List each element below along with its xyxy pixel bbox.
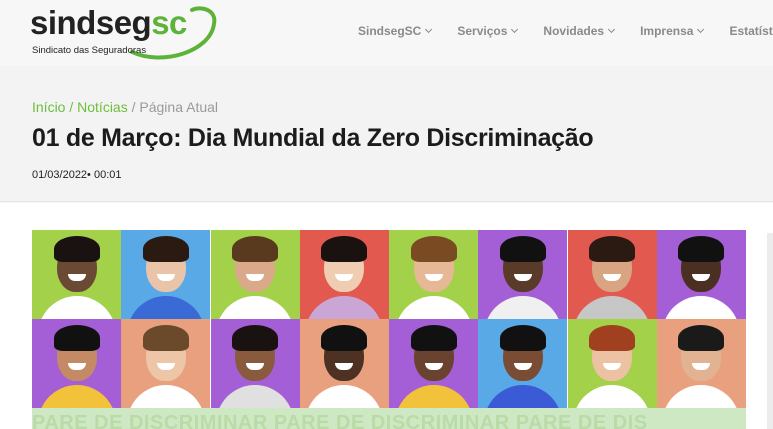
- portrait-tile: [210, 319, 300, 408]
- main-nav: SindsegSC Serviços Novidades Imprensa Es…: [358, 24, 773, 38]
- portrait-tile: [389, 230, 478, 319]
- scrollbar[interactable]: [767, 233, 773, 429]
- portrait-tile: [121, 230, 211, 319]
- portrait-tile: [32, 319, 121, 408]
- portrait-tile: [299, 230, 389, 319]
- portrait-tile: [389, 319, 478, 408]
- article-content: PARE DE DISCRIMINAR PARE DE DISCRIMINAR …: [0, 203, 773, 429]
- chevron-down-icon: [697, 25, 705, 34]
- portrait-hair: [142, 236, 189, 262]
- portrait-body: [305, 385, 384, 408]
- nav-item-sindsegsc[interactable]: SindsegSC: [358, 24, 433, 38]
- logo-wordmark: sindsegsc: [30, 4, 187, 41]
- portrait-tile: [210, 230, 300, 319]
- portrait-tile: [121, 319, 211, 408]
- portrait-tile: [478, 319, 568, 408]
- chevron-down-icon: [425, 25, 433, 34]
- portrait-hair: [589, 325, 635, 351]
- portrait-hair: [410, 325, 457, 351]
- breadcrumb-separator: /: [127, 99, 140, 115]
- nav-item-servicos[interactable]: Serviços: [457, 24, 519, 38]
- portrait-hair: [410, 236, 457, 262]
- portrait-body: [126, 385, 205, 408]
- portrait-hair: [321, 325, 368, 351]
- image-banner-text: PARE DE DISCRIMINAR PARE DE DISCRIMINAR …: [32, 408, 746, 429]
- portrait-body: [573, 385, 651, 408]
- portrait-body: [305, 296, 384, 319]
- portrait-body: [37, 385, 116, 408]
- breadcrumb-current: Página Atual: [139, 99, 219, 115]
- portrait-body: [394, 296, 473, 319]
- portrait-body: [662, 385, 741, 408]
- portrait-body: [126, 296, 205, 319]
- portrait-tile: [656, 319, 746, 408]
- article-featured-image: PARE DE DISCRIMINAR PARE DE DISCRIMINAR …: [32, 230, 746, 429]
- portrait-body: [662, 296, 741, 319]
- portrait-body: [216, 296, 294, 319]
- portrait-tile: [567, 319, 657, 408]
- portrait-tile: [567, 230, 657, 319]
- portrait-hair: [499, 325, 546, 351]
- portrait-hair: [678, 325, 725, 351]
- nav-item-estatisticas[interactable]: Estatíst: [729, 24, 772, 38]
- chevron-down-icon: [608, 25, 616, 34]
- portrait-hair: [678, 236, 725, 262]
- breadcrumb-home-link[interactable]: Início: [32, 99, 65, 115]
- portrait-tile: [656, 230, 746, 319]
- portrait-body: [573, 296, 651, 319]
- portrait-body: [483, 296, 562, 319]
- portrait-tile: [478, 230, 568, 319]
- chevron-down-icon: [511, 25, 519, 34]
- portrait-hair: [53, 236, 100, 262]
- portrait-body: [216, 385, 294, 408]
- breadcrumb-separator: /: [65, 99, 78, 115]
- page-title-area: Início / Notícias / Página Atual 01 de M…: [0, 66, 773, 202]
- breadcrumb-section-link[interactable]: Notícias: [77, 99, 128, 115]
- portrait-body: [37, 296, 116, 319]
- post-date: 01/03/2022• 00:01: [32, 169, 122, 181]
- page-title: 01 de Março: Dia Mundial da Zero Discrim…: [32, 124, 594, 152]
- portrait-tile: [32, 230, 121, 319]
- portrait-tile: [299, 319, 389, 408]
- portrait-hair: [53, 325, 100, 351]
- portrait-hair: [589, 236, 635, 262]
- sindsegsc-logo[interactable]: sindsegsc Sindicato das Seguradoras: [30, 4, 217, 62]
- portrait-hair: [232, 236, 278, 262]
- portrait-body: [483, 385, 562, 408]
- site-header: sindsegsc Sindicato das Seguradoras Sind…: [0, 0, 773, 66]
- portrait-body: [394, 385, 473, 408]
- portrait-hair: [232, 325, 278, 351]
- portrait-hair: [499, 236, 546, 262]
- breadcrumb: Início / Notícias / Página Atual: [32, 99, 218, 115]
- portrait-hair: [321, 236, 368, 262]
- portrait-hair: [142, 325, 189, 351]
- nav-item-novidades[interactable]: Novidades: [543, 24, 616, 38]
- nav-item-imprensa[interactable]: Imprensa: [640, 24, 705, 38]
- logo-tagline: Sindicato das Seguradoras: [32, 45, 147, 56]
